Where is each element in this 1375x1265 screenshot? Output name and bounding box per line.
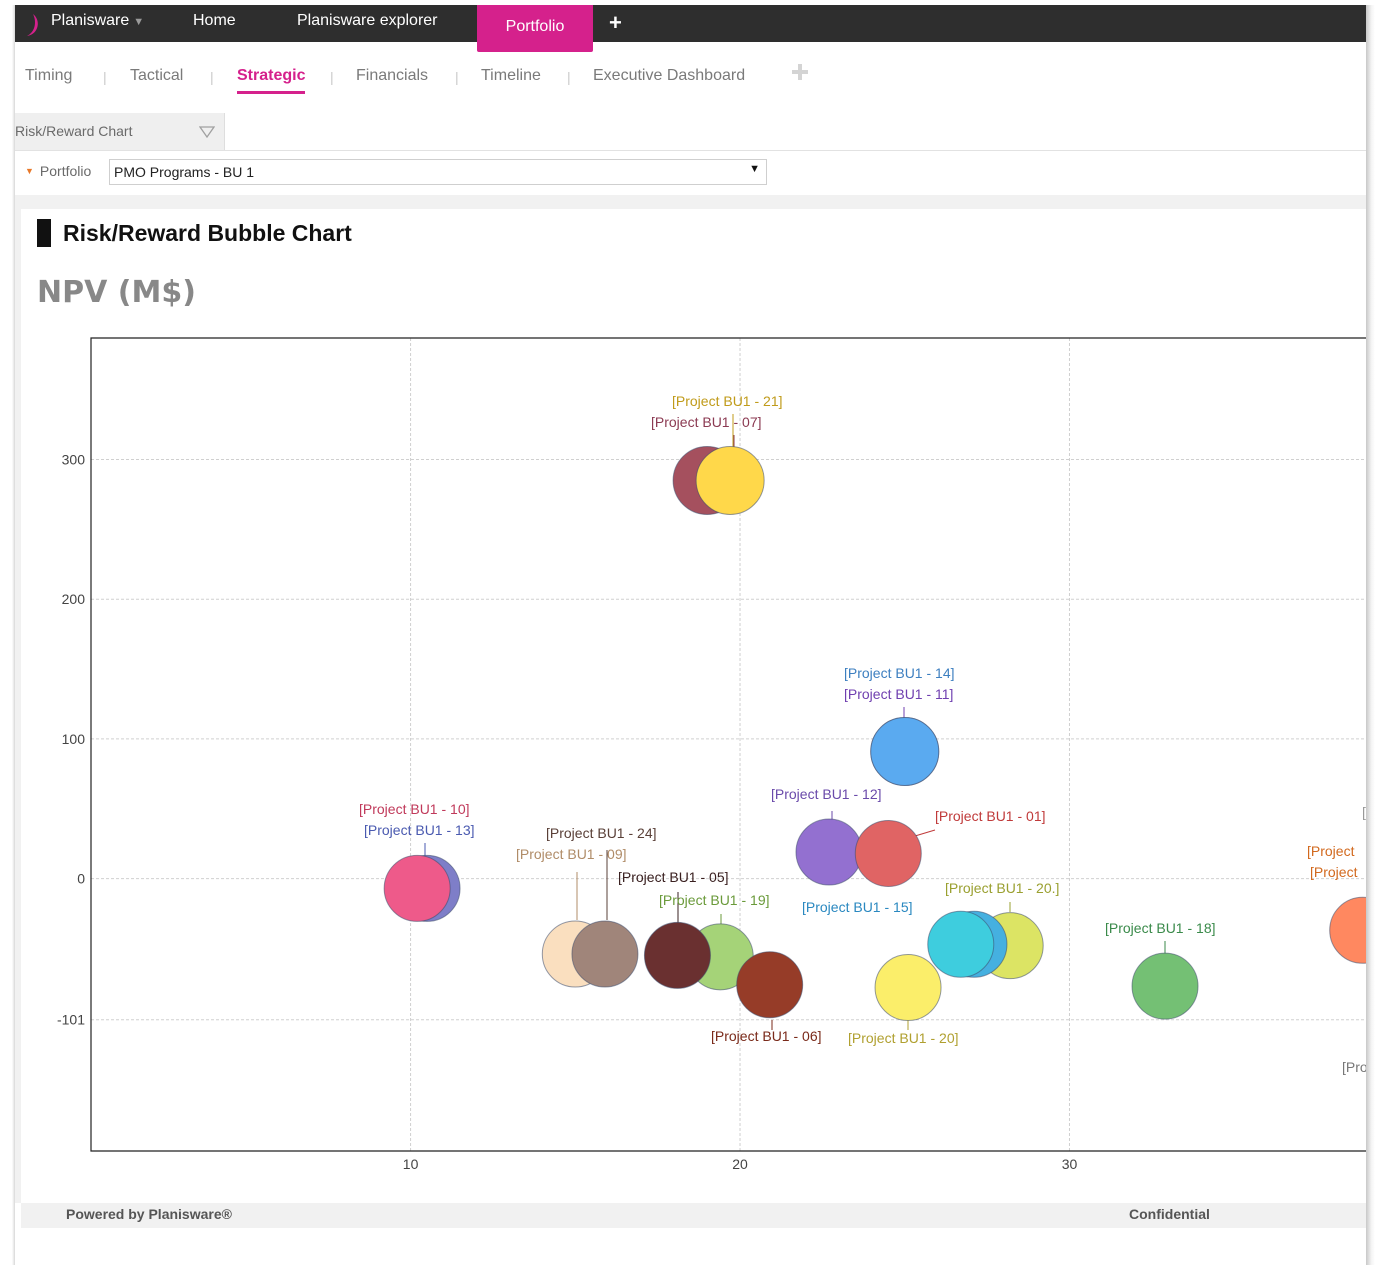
y-tick-label: 0: [77, 871, 85, 887]
tab-separator: |: [455, 69, 459, 85]
bubble: [874, 954, 942, 1022]
bubble-label: [Project BU1 - 06]: [711, 1028, 822, 1044]
planisware-logo-icon: [27, 14, 38, 36]
x-tick-label: 30: [1062, 1156, 1078, 1170]
bubble: [571, 920, 639, 988]
bubble-label: [Project BU1 - 14]: [844, 665, 955, 681]
header-divider: [15, 150, 1366, 151]
brand-menu[interactable]: Planisware ▼: [51, 12, 144, 30]
bubble: [1329, 896, 1366, 964]
y-tick-label: 300: [62, 452, 86, 468]
app-window: Planisware ▼ Home Planisware explorer Por…: [15, 5, 1366, 1265]
chevron-down-icon: ▼: [133, 16, 145, 28]
bubble-label: [Project BU1 - 20]: [848, 1030, 959, 1046]
bubble-label: [Project BU1 - 10]: [359, 801, 470, 817]
tab-separator: |: [210, 69, 214, 85]
bubble: [854, 819, 922, 887]
tab-financials[interactable]: Financials: [356, 67, 428, 85]
bubble: [1131, 952, 1199, 1020]
footer: Powered by Planisware® Confidential: [21, 1203, 1366, 1228]
bubble-label: [Project BU1 - 13]: [364, 822, 475, 838]
tab-separator: |: [330, 69, 334, 85]
bubble: [927, 910, 995, 978]
bubble-label: [Project BU1 - 20.]: [945, 880, 1059, 896]
confidential-notice: Confidential: [1129, 1206, 1210, 1222]
bubble-label: [Project BU1 - 15]: [802, 899, 913, 915]
bubble: [795, 818, 863, 886]
bubble-label: [Project BU1 - 12]: [771, 786, 882, 802]
metric-label: NPV (M$): [37, 275, 196, 310]
bubble-label: [Project BU1 - 21]: [672, 393, 783, 409]
tab-strategic[interactable]: Strategic: [237, 67, 306, 94]
tab-executive-dashboard[interactable]: Executive Dashboard: [593, 67, 745, 85]
top-navigation-bar: Planisware ▼ Home Planisware explorer Por…: [15, 5, 1366, 52]
bubble-label: [Project: [1307, 843, 1355, 859]
bubble: [695, 445, 765, 515]
y-tick-label: -101: [57, 1012, 85, 1028]
tab-timing[interactable]: Timing: [25, 67, 72, 85]
window-shadow-right: [1366, 5, 1375, 1265]
bubble: [643, 921, 711, 989]
view-selector[interactable]: Risk/Reward Chart: [15, 113, 225, 150]
portfolio-select-value: PMO Programs - BU 1: [114, 164, 255, 180]
tab-separator: |: [103, 69, 107, 85]
bubble-chart: 10 20 30 300 200 100 0 -101 [Project BU1 - 21] [P…: [57, 337, 1366, 1170]
bubble-label: [Project BU1 - 18]: [1105, 920, 1216, 936]
bubble-label: [Project BU1 - 19]: [659, 892, 770, 908]
bubble-label: [Project BU1 - 01]: [935, 808, 1046, 824]
x-tick-label: 20: [732, 1156, 748, 1170]
nav-portfolio[interactable]: Portfolio: [477, 5, 593, 52]
dropdown-arrow-icon: ▼: [749, 163, 760, 175]
powered-by: Powered by Planisware®: [66, 1206, 232, 1222]
bubble-label: [Project BU1 - 05]: [618, 869, 729, 885]
x-tick-label: 10: [403, 1156, 419, 1170]
add-tab-button[interactable]: +: [609, 10, 622, 36]
collapse-arrow-icon[interactable]: ▼: [25, 166, 34, 176]
nav-planisware-explorer[interactable]: Planisware explorer: [297, 12, 438, 30]
nav-home[interactable]: Home: [193, 12, 236, 30]
title-marker: [37, 219, 51, 247]
portfolio-filter: ▼ Portfolio: [25, 163, 91, 179]
bubble: [736, 951, 804, 1019]
bubble-label: [Project: [1310, 864, 1358, 880]
view-selector-label: Risk/Reward Chart: [15, 123, 133, 139]
bubble-label: [Project BU1 - 24]: [546, 825, 657, 841]
bubble: [383, 854, 451, 922]
brand-label: Planisware: [51, 12, 130, 29]
tab-separator: |: [567, 69, 571, 85]
y-tick-label: 200: [62, 591, 86, 607]
bubble-label: [Project BU1 - 11]: [844, 686, 953, 702]
add-view-icon[interactable]: [791, 63, 809, 81]
triangle-down-icon: [199, 126, 215, 139]
bubble: [870, 716, 940, 786]
tab-tactical[interactable]: Tactical: [130, 67, 183, 85]
portfolio-select[interactable]: PMO Programs - BU 1 ▼: [109, 159, 767, 185]
filter-label: Portfolio: [39, 163, 92, 179]
panel-title: Risk/Reward Bubble Chart: [63, 220, 352, 246]
y-tick-label: 100: [62, 731, 86, 747]
bubble-label: [Project BU1 - 07]: [651, 414, 762, 430]
bubble-label: [Pro: [1342, 1059, 1366, 1075]
bubble-label: [: [1362, 804, 1366, 820]
tab-timeline[interactable]: Timeline: [481, 67, 541, 85]
section-divider: [15, 195, 1366, 209]
bubble-label: [Project BU1 - 09]: [516, 846, 627, 862]
